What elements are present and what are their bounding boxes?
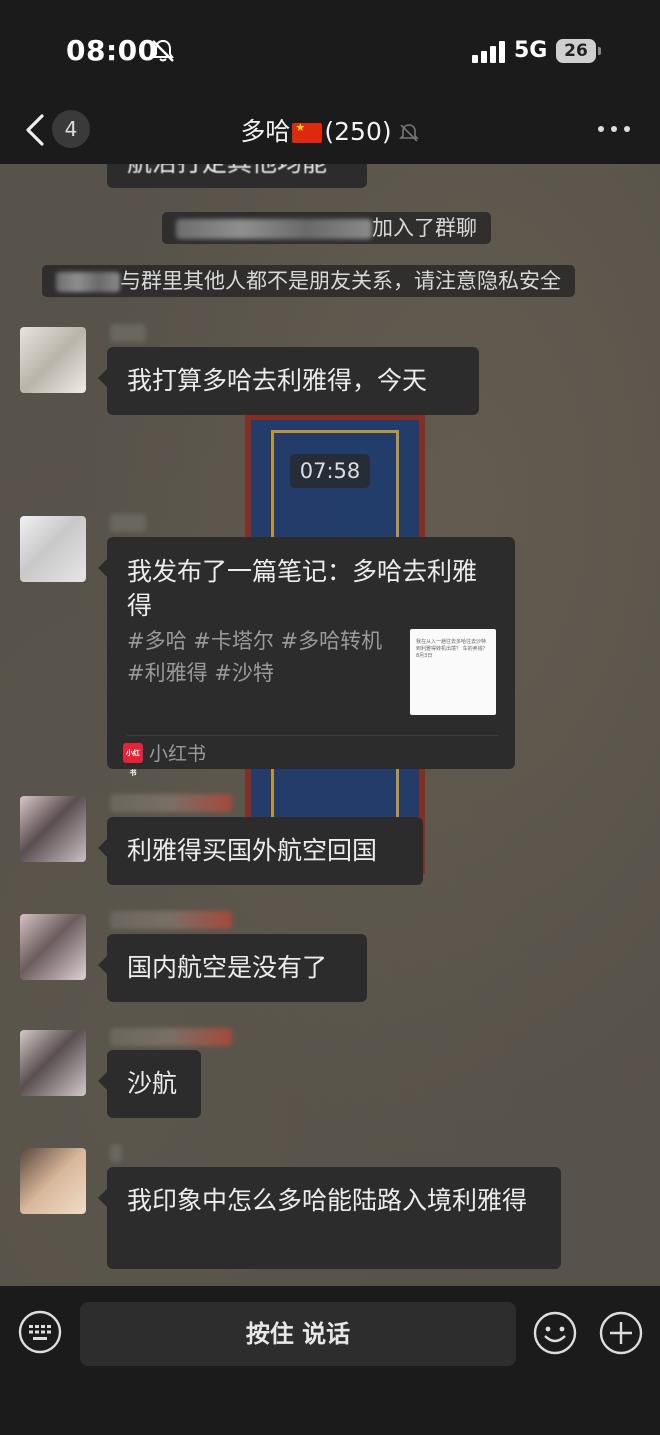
keyboard-icon[interactable] — [18, 1310, 62, 1354]
more-options-icon[interactable] — [598, 126, 630, 134]
sender-name-blurred — [110, 514, 146, 532]
shared-note-card[interactable]: 我发布了一篇笔记：多哈去利雅得 #多哈 #卡塔尔 #多哈转机 #利雅得 #沙特 … — [98, 537, 515, 777]
blurred-username — [176, 219, 372, 239]
message-bubble[interactable]: 国内航空是没有了 — [98, 934, 367, 1002]
chat-area[interactable]: 航治打定其他均能 加入了群聊 与群里其他人都不是朋友关系，请注意隐私安全 我打算… — [0, 164, 660, 1286]
input-bar: 按住 说话 — [0, 1286, 660, 1435]
xiaohongshu-logo-icon: 小红书 — [123, 743, 143, 777]
plus-icon[interactable] — [598, 1310, 644, 1356]
system-message-join: 加入了群聊 — [162, 212, 491, 244]
avatar[interactable] — [20, 1030, 86, 1096]
sender-name-blurred — [110, 324, 146, 342]
sender-name-blurred — [110, 1144, 122, 1162]
battery-icon: 26 — [556, 39, 596, 63]
signal-strength-icon — [472, 41, 506, 63]
note-source: 小红书 — [149, 743, 207, 765]
avatar[interactable] — [20, 796, 86, 862]
message-timestamp: 07:58 — [290, 454, 370, 488]
china-flag-icon — [292, 121, 323, 143]
hold-to-talk-button[interactable]: 按住 说话 — [80, 1302, 516, 1366]
sender-name-blurred — [110, 1028, 232, 1046]
message-bubble[interactable]: 利雅得买国外航空回国 — [98, 817, 423, 885]
avatar[interactable] — [20, 914, 86, 980]
system-message-privacy: 与群里其他人都不是朋友关系，请注意隐私安全 — [42, 265, 575, 297]
divider — [127, 735, 499, 736]
muted-bell-icon — [398, 124, 419, 142]
status-bar: 08:00 5G 26 — [0, 0, 660, 100]
chat-title[interactable]: 多哈 (250) — [0, 112, 660, 148]
member-count: (250) — [324, 117, 392, 146]
battery-tip — [598, 47, 601, 55]
chat-name: 多哈 — [240, 117, 291, 146]
blurred-username — [56, 272, 120, 292]
note-title: 我发布了一篇笔记：多哈去利雅得 — [127, 557, 478, 620]
message-bubble[interactable]: 我打算多哈去利雅得，今天 — [98, 347, 479, 415]
note-thumbnail: 我在从入一趟往去多哈往去沙特到利雅得转机出境？ 车的卖钱？ 8月3日 — [410, 629, 496, 715]
network-type: 5G — [514, 38, 548, 63]
avatar[interactable] — [20, 516, 86, 582]
avatar[interactable] — [20, 327, 86, 393]
emoji-icon[interactable] — [532, 1310, 578, 1356]
avatar[interactable] — [20, 1148, 86, 1214]
note-tags: #多哈 #卡塔尔 #多哈转机 #利雅得 #沙特 — [127, 629, 383, 685]
sender-name-blurred — [110, 911, 232, 929]
message-bubble[interactable]: 沙航 — [98, 1050, 201, 1118]
status-time: 08:00 — [66, 34, 158, 67]
message-partial[interactable]: 航治打定其他均能 — [107, 164, 367, 188]
silent-bell-icon — [152, 39, 174, 62]
sender-name-blurred — [110, 794, 232, 812]
message-bubble[interactable]: 我印象中怎么多哈能陆路入境利雅得 — [98, 1167, 561, 1269]
